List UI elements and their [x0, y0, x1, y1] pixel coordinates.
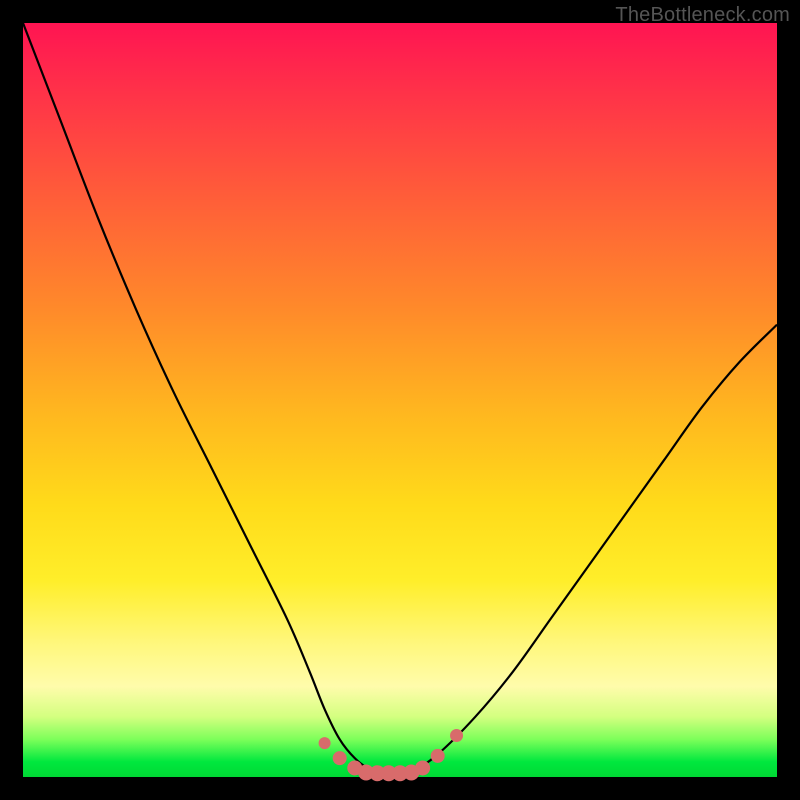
watermark-text: TheBottleneck.com	[615, 4, 790, 27]
marker-dot	[333, 751, 347, 765]
marker-dot	[415, 760, 430, 775]
outer-frame: TheBottleneck.com	[0, 0, 800, 800]
chart-overlay	[23, 23, 777, 777]
bottleneck-curve	[23, 23, 777, 774]
optimal-range-markers	[319, 729, 463, 781]
marker-dot	[450, 729, 463, 742]
marker-dot	[319, 737, 331, 749]
marker-dot	[431, 749, 445, 763]
